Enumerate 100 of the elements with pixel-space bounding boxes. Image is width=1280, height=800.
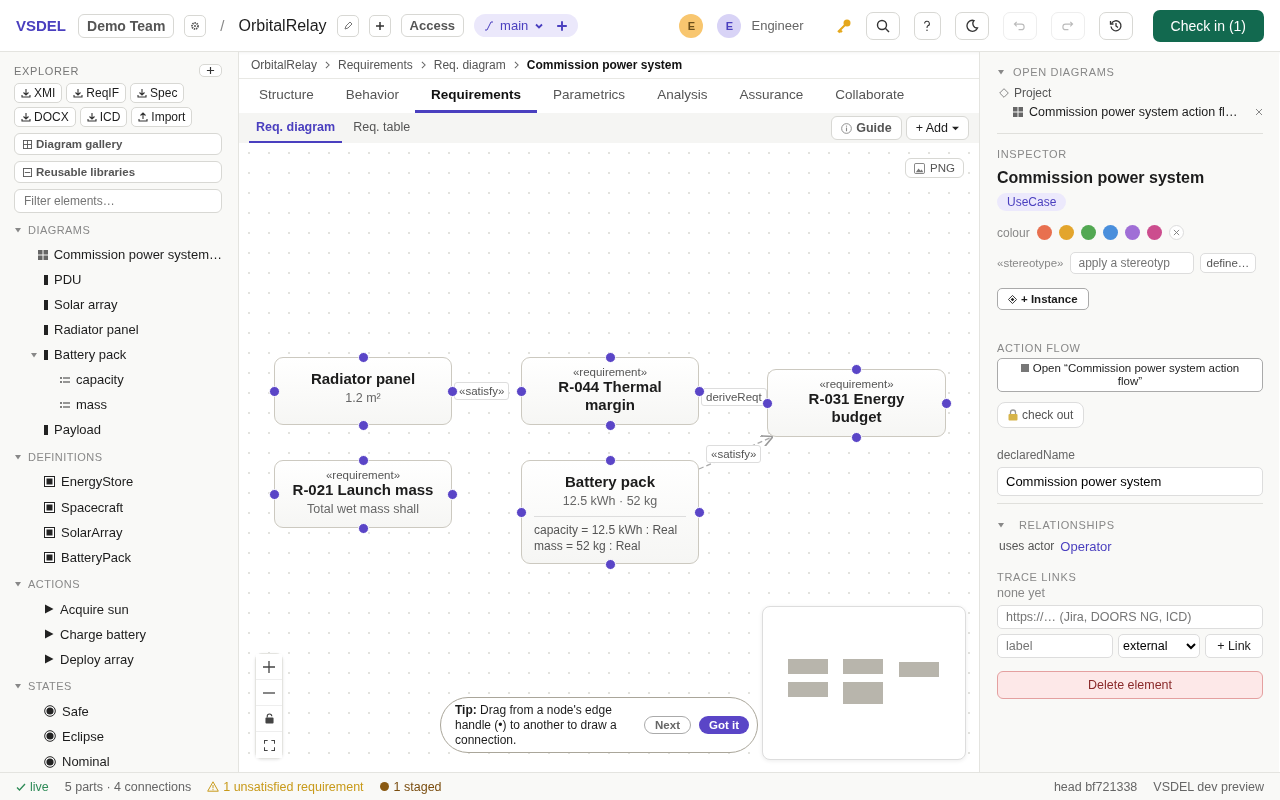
link-type-dropdown[interactable]: external <box>1118 634 1200 658</box>
connection-handle[interactable] <box>940 397 952 409</box>
open-diagram-button[interactable]: Open “Commission power system action flow” <box>997 358 1263 392</box>
block-node[interactable]: Battery pack 12.5 kWh · 52 kg capacity = 12.5 kWh : Real mass = 52 kg : Real <box>521 460 699 564</box>
tab[interactable]: Structure <box>243 79 330 113</box>
requirement-node[interactable]: «requirement» R-021 Launch mass Total wet mass shall <box>274 460 452 528</box>
add-button[interactable] <box>199 64 222 77</box>
connection-handle[interactable] <box>446 385 458 397</box>
connection-handle[interactable] <box>604 419 616 431</box>
define-button[interactable]: define… <box>1199 253 1257 273</box>
subtab[interactable]: Req. table <box>346 113 418 143</box>
connection-handle[interactable] <box>268 488 280 500</box>
url-field[interactable]: https://… (Jira, DOORS NG, ICD) <box>997 605 1263 629</box>
export-button[interactable]: Import <box>131 107 193 127</box>
tree-item[interactable]: Deploy array <box>60 651 134 667</box>
connection-handle[interactable] <box>851 431 862 443</box>
connection-handle[interactable] <box>268 385 280 397</box>
tree-item[interactable]: Acquire sun <box>60 601 129 617</box>
caret-icon[interactable] <box>997 68 1005 76</box>
tree-item[interactable]: BatteryPack <box>61 549 132 565</box>
colour-swatch[interactable] <box>1058 225 1074 240</box>
tab[interactable]: Collaborate <box>819 79 921 113</box>
help-button[interactable] <box>913 11 941 40</box>
connection-handle[interactable] <box>761 397 773 409</box>
tree-item[interactable]: Commission power system… <box>53 247 222 263</box>
open-diagram-tab[interactable]: Commission power system action fl… <box>1029 105 1249 119</box>
connection-handle[interactable] <box>693 385 705 397</box>
breadcrumb-link[interactable]: Requirements <box>338 58 413 72</box>
check-out-button[interactable]: check out <box>997 402 1085 428</box>
access-button[interactable]: Access <box>400 14 465 37</box>
connection-handle[interactable] <box>604 454 616 466</box>
team-button[interactable]: Demo Team <box>78 13 175 38</box>
connection-handle[interactable] <box>357 351 369 363</box>
check-in-button[interactable]: Check in (1) <box>1152 9 1264 42</box>
breadcrumb-link[interactable]: Req. diagram <box>433 58 506 72</box>
user-avatar[interactable]: E <box>679 13 704 38</box>
dismiss-button[interactable]: Got it <box>698 716 749 734</box>
tree-item[interactable]: Payload <box>54 422 101 438</box>
rename-button[interactable] <box>336 14 359 37</box>
colour-swatch[interactable] <box>1102 225 1118 240</box>
tree-item[interactable]: Safe <box>62 703 89 719</box>
search-button[interactable] <box>865 11 900 40</box>
connection-handle[interactable] <box>604 351 616 363</box>
colour-swatch[interactable] <box>1036 225 1052 240</box>
next-button[interactable]: Next <box>644 716 691 734</box>
connection-handle[interactable] <box>357 419 369 431</box>
stereotype-field[interactable]: apply a stereotyp <box>1069 252 1194 274</box>
connection-handle[interactable] <box>357 522 369 534</box>
caret-icon[interactable] <box>14 682 22 691</box>
colour-swatch[interactable] <box>1080 225 1096 240</box>
tab[interactable]: Assurance <box>723 79 820 113</box>
export-button[interactable]: DOCX <box>14 107 76 127</box>
plus-icon[interactable] <box>556 19 569 32</box>
tree-item[interactable]: PDU <box>54 272 82 288</box>
connection-handle[interactable] <box>693 506 705 518</box>
lock-button[interactable] <box>256 706 282 732</box>
caret-icon[interactable] <box>14 225 22 234</box>
filter-field[interactable]: Filter elements… <box>14 189 222 213</box>
theme-button[interactable] <box>954 11 989 40</box>
export-button[interactable]: Spec <box>130 83 185 103</box>
requirement-node[interactable]: «requirement» R-044 Thermal margin <box>521 357 699 425</box>
breadcrumb-link[interactable]: OrbitalRelay <box>251 58 318 72</box>
connection-handle[interactable] <box>515 506 527 518</box>
tree-item[interactable]: SolarArray <box>61 524 123 540</box>
tree-item[interactable]: Eclipse <box>62 728 104 744</box>
tree-item[interactable]: Project <box>1014 86 1052 100</box>
colour-swatch[interactable] <box>1146 225 1162 240</box>
history-button[interactable] <box>1098 11 1133 40</box>
block-node[interactable]: Radiator panel 1.2 m² <box>274 357 452 425</box>
branch-selector[interactable]: main <box>474 14 579 37</box>
export-button[interactable]: ReqIF <box>66 83 127 103</box>
settings-button[interactable] <box>184 14 207 37</box>
add-button[interactable] <box>368 14 391 37</box>
label-field[interactable]: label <box>997 634 1113 658</box>
connection-handle[interactable] <box>446 488 458 500</box>
add-menu-button[interactable]: + Add <box>905 116 969 140</box>
tree-item[interactable]: Radiator panel <box>54 322 139 338</box>
guide-button[interactable]: Guide <box>831 116 902 140</box>
connection-handle[interactable] <box>515 385 527 397</box>
tree-item[interactable]: EnergyStore <box>61 474 134 490</box>
fit-view-button[interactable] <box>256 732 282 758</box>
tab[interactable]: Parametrics <box>537 79 642 113</box>
zoom-in-button[interactable] <box>256 654 282 680</box>
colour-swatch[interactable] <box>1124 225 1140 240</box>
connection-handle[interactable] <box>851 363 862 375</box>
tab[interactable]: Analysis <box>641 79 724 113</box>
relationship-link[interactable]: Operator <box>1060 539 1112 554</box>
libraries-button[interactable]: Reusable libraries <box>14 161 222 183</box>
tree-item[interactable]: capacity <box>76 372 124 388</box>
requirement-node[interactable]: «requirement» R-031 Energy budget <box>767 369 946 437</box>
zoom-out-button[interactable] <box>256 680 282 706</box>
app-logo[interactable]: VSDEL <box>16 17 66 34</box>
tab[interactable]: Behavior <box>329 79 416 113</box>
caret-icon[interactable] <box>14 580 22 589</box>
connection-handle[interactable] <box>604 558 616 570</box>
tree-item[interactable]: Spacecraft <box>61 499 124 515</box>
clear-colour-button[interactable] <box>1168 225 1184 240</box>
tree-item[interactable]: Nominal <box>62 754 110 769</box>
export-png-button[interactable]: PNG <box>905 158 964 178</box>
caret-icon[interactable] <box>30 350 38 359</box>
